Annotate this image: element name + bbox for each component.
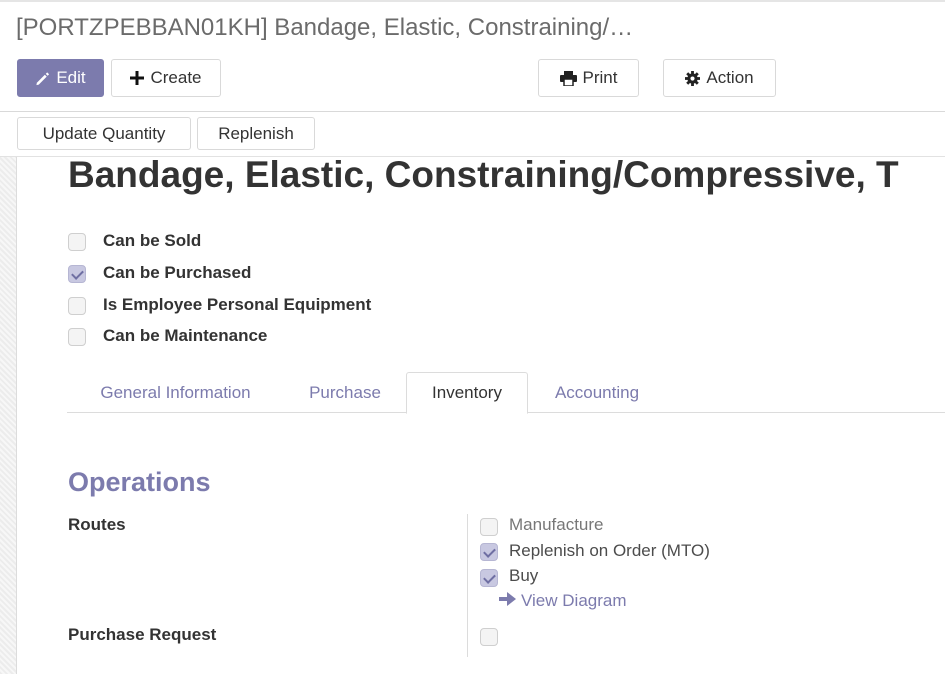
purchase-request-checkbox[interactable] — [480, 628, 498, 646]
print-button[interactable]: Print — [538, 59, 639, 97]
plus-icon — [130, 71, 145, 85]
operations-heading: Operations — [68, 467, 211, 497]
product-name-heading: Bandage, Elastic, Constraining/Compressi… — [68, 154, 899, 195]
tab-inventory[interactable]: Inventory — [406, 372, 528, 414]
can-be-maintenance-label: Can be Maintenance — [103, 326, 268, 345]
routes-label: Routes — [68, 515, 126, 534]
can-be-sold-checkbox[interactable] — [68, 233, 86, 251]
view-diagram-label: View Diagram — [521, 591, 627, 610]
can-be-purchased-checkbox[interactable] — [68, 265, 86, 283]
tab-accounting[interactable]: Accounting — [535, 372, 659, 413]
can-be-purchased-label: Can be Purchased — [103, 263, 252, 282]
breadcrumb-title: [PORTZPEBBAN01KH] Bandage, Elastic, Cons… — [16, 14, 634, 41]
update-quantity-button[interactable]: Update Quantity — [17, 117, 191, 150]
tab-purchase[interactable]: Purchase — [290, 372, 400, 413]
edit-button[interactable]: Edit — [17, 59, 104, 97]
action-button[interactable]: Action — [663, 59, 776, 97]
route-buy-label: Buy — [509, 566, 539, 585]
field-separator — [467, 514, 468, 657]
route-manufacture-label: Manufacture — [509, 515, 604, 534]
employee-equipment-checkbox[interactable] — [68, 297, 86, 315]
purchase-request-label: Purchase Request — [68, 625, 217, 644]
top-divider — [0, 0, 945, 2]
route-mto-label: Replenish on Order (MTO) — [509, 541, 710, 560]
print-label: Print — [582, 68, 618, 87]
edit-label: Edit — [56, 68, 86, 87]
replenish-button[interactable]: Replenish — [197, 117, 315, 150]
pencil-icon — [35, 71, 50, 86]
arrow-right-icon — [499, 591, 516, 611]
employee-equipment-label: Is Employee Personal Equipment — [103, 295, 372, 314]
create-label: Create — [150, 68, 202, 87]
route-mto-checkbox[interactable] — [480, 543, 498, 561]
route-buy-checkbox[interactable] — [480, 569, 498, 587]
control-panel-divider — [0, 111, 945, 112]
printer-icon — [559, 70, 577, 86]
replenish-label: Replenish — [218, 123, 294, 143]
route-manufacture-checkbox[interactable] — [480, 518, 498, 536]
create-button[interactable]: Create — [111, 59, 221, 97]
action-label: Action — [706, 68, 754, 87]
tab-general-information[interactable]: General Information — [76, 372, 275, 413]
gear-icon — [685, 70, 701, 86]
view-diagram-link[interactable]: View Diagram — [499, 591, 627, 611]
can-be-sold-label: Can be Sold — [103, 231, 202, 250]
sheet-background — [0, 157, 17, 674]
update-quantity-label: Update Quantity — [42, 123, 166, 143]
can-be-maintenance-checkbox[interactable] — [68, 328, 86, 346]
